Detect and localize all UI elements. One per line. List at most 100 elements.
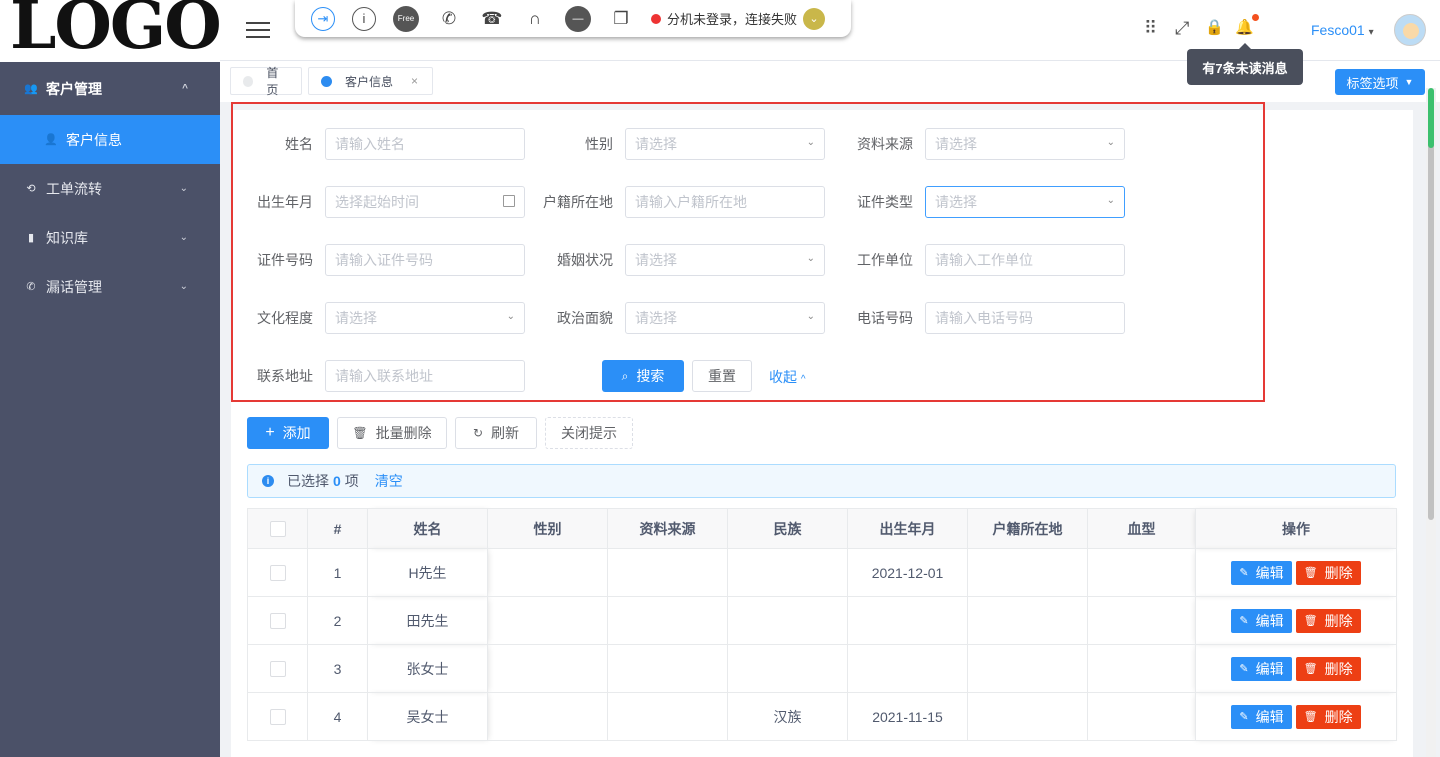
close-icon[interactable]: × — [411, 74, 418, 88]
apps-icon[interactable]: ⠿ — [1144, 18, 1157, 39]
delete-button[interactable]: 🗑 删除 — [1295, 704, 1361, 729]
marital-select[interactable]: 请选择 ⌄ — [625, 244, 825, 276]
field-marital: 婚姻状况 请选择 ⌄ — [537, 244, 825, 276]
lock-icon[interactable]: 🔒 — [1205, 18, 1224, 36]
trash-icon: 🗑 — [1303, 615, 1318, 627]
batch-delete-button[interactable]: 🗑 批量删除 — [337, 417, 447, 449]
reset-button[interactable]: 重置 — [692, 360, 752, 392]
row-checkbox[interactable] — [269, 709, 286, 726]
chevron-down-icon[interactable]: ⌄ — [803, 7, 826, 30]
delete-button[interactable]: 🗑 删除 — [1295, 608, 1361, 633]
status-text: 分机未登录，连接失败 — [667, 12, 798, 27]
close-hint-button[interactable]: 关闭提示 — [545, 417, 633, 449]
chevron-down-icon: ⌄ — [806, 311, 815, 322]
chevron-down-icon: ⌄ — [179, 281, 188, 292]
column-header[interactable]: 出生年月 — [847, 508, 968, 549]
logo: LOGO — [0, 0, 220, 62]
id-number-input[interactable]: 请输入证件号码 — [325, 244, 525, 276]
search-button[interactable]: ⌕ 搜索 — [602, 360, 684, 392]
tag-options-button[interactable]: 标签选项 ▼ — [1335, 69, 1425, 95]
add-button[interactable]: + 添加 — [247, 417, 329, 449]
phone-input[interactable]: 请输入电话号码 — [925, 302, 1125, 334]
hamburger-menu-icon[interactable] — [246, 22, 270, 39]
headset-icon[interactable]: ∩ — [522, 6, 548, 32]
plus-icon: + — [265, 424, 275, 441]
avatar[interactable] — [1394, 14, 1426, 46]
table-row: 4 吴女士 汉族 2021-11-15 ✎ 编辑 🗑 删除 — [247, 692, 1397, 741]
select-all-checkbox[interactable] — [269, 521, 286, 538]
chevron-down-icon: ⌄ — [1106, 137, 1115, 148]
phone-icon[interactable]: ✆ — [436, 6, 462, 32]
sidebar-item-customer-info[interactable]: 👤 客户信息 — [0, 115, 220, 164]
phone-toolbar: ⇥ i Free ✆ ☎ ∩ — ❐ 分机未登录，连接失败 ⌄ — [295, 0, 851, 37]
delete-button[interactable]: 🗑 删除 — [1295, 656, 1361, 681]
free-icon[interactable]: Free — [393, 5, 419, 32]
column-header[interactable]: # — [307, 508, 368, 549]
address-input[interactable]: 请输入联系地址 — [325, 360, 525, 392]
education-select[interactable]: 请选择 ⌄ — [325, 302, 525, 334]
trash-icon: 🗑 — [1303, 567, 1318, 579]
employer-input[interactable]: 请输入工作单位 — [925, 244, 1125, 276]
tab-customer-info[interactable]: 客户信息 × — [308, 67, 433, 95]
scrollbar[interactable] — [1426, 88, 1436, 757]
copy-icon[interactable]: ❐ — [608, 6, 634, 32]
delete-button[interactable]: 🗑 删除 — [1295, 560, 1361, 585]
row-checkbox[interactable] — [269, 613, 286, 630]
bell-icon[interactable]: 🔔 — [1235, 18, 1254, 36]
id-type-select[interactable]: 请选择 ⌄ — [925, 186, 1125, 218]
select-all-cell — [247, 508, 308, 549]
edit-button[interactable]: ✎ 编辑 — [1231, 704, 1292, 729]
column-header[interactable]: 性别 — [487, 508, 608, 549]
calendar-icon — [503, 195, 515, 207]
chevron-down-icon: ⌄ — [179, 183, 188, 194]
column-header[interactable]: 姓名 — [367, 508, 488, 549]
refresh-button[interactable]: ↻ 刷新 — [455, 417, 537, 449]
trash-icon: 🗑 — [352, 426, 368, 440]
sidebar-item-customer-mgmt[interactable]: 👥 客户管理 ^ — [0, 62, 220, 115]
column-header[interactable]: 民族 — [727, 508, 848, 549]
field-phone: 电话号码 请输入电话号码 — [837, 302, 1125, 334]
table-row: 3 张女士 ✎ 编辑 🗑 删除 — [247, 644, 1397, 693]
gender-select[interactable]: 请选择 ⌄ — [625, 128, 825, 160]
edit-button[interactable]: ✎ 编辑 — [1231, 656, 1292, 681]
edit-button[interactable]: ✎ 编辑 — [1231, 608, 1292, 633]
fullscreen-icon[interactable]: ⤢ — [1175, 18, 1189, 39]
field-gender: 性别 请选择 ⌄ — [537, 128, 825, 160]
sidebar-item-label: 知识库 — [46, 229, 88, 246]
chevron-up-icon: ^ — [800, 374, 806, 385]
sidebar-item-missed-calls[interactable]: ✆ 漏话管理 ⌄ — [0, 262, 220, 311]
column-header[interactable]: 血型 — [1087, 508, 1196, 549]
sidebar-item-workflow[interactable]: ⟲ 工单流转 ⌄ — [0, 164, 220, 213]
info-icon[interactable]: i — [352, 6, 376, 31]
hukou-input[interactable]: 请输入户籍所在地 — [625, 186, 825, 218]
table-row: 2 田先生 ✎ 编辑 🗑 删除 — [247, 596, 1397, 645]
source-select[interactable]: 请选择 ⌄ — [925, 128, 1125, 160]
sidebar-item-knowledge[interactable]: ▮ 知识库 ⌄ — [0, 213, 220, 262]
name-input[interactable]: 请输入姓名 — [325, 128, 525, 160]
column-header[interactable]: 户籍所在地 — [967, 508, 1088, 549]
chevron-up-icon: ^ — [182, 83, 188, 94]
column-header[interactable]: 资料来源 — [607, 508, 728, 549]
clear-selection-link[interactable]: 清空 — [375, 471, 403, 491]
hangup-icon[interactable]: ☎ — [479, 6, 505, 32]
political-select[interactable]: 请选择 ⌄ — [625, 302, 825, 334]
minus-circle-icon[interactable]: — — [565, 5, 591, 32]
login-icon[interactable]: ⇥ — [311, 6, 335, 31]
edit-button[interactable]: ✎ 编辑 — [1231, 560, 1292, 585]
field-political: 政治面貌 请选择 ⌄ — [537, 302, 825, 334]
trash-icon: 🗑 — [1303, 711, 1318, 723]
field-id-type: 证件类型 请选择 ⌄ — [837, 186, 1125, 218]
tab-home[interactable]: 首页 — [230, 66, 302, 97]
book-icon: ▮ — [27, 232, 35, 244]
row-checkbox[interactable] — [269, 661, 286, 678]
birth-date-picker[interactable]: 选择起始时间 — [325, 186, 525, 218]
field-education: 文化程度 请选择 ⌄ — [237, 302, 525, 334]
search-icon: ⌕ — [621, 368, 629, 383]
chevron-down-icon: ⌄ — [179, 232, 188, 243]
username[interactable]: Fesco01 ▾ — [1311, 22, 1374, 38]
collapse-link[interactable]: 收起 ^ — [769, 367, 806, 387]
row-checkbox[interactable] — [269, 565, 286, 582]
field-name: 姓名 请输入姓名 — [237, 128, 525, 160]
user-add-icon: 👤 — [44, 134, 58, 146]
column-header[interactable]: 操作 — [1195, 508, 1397, 549]
